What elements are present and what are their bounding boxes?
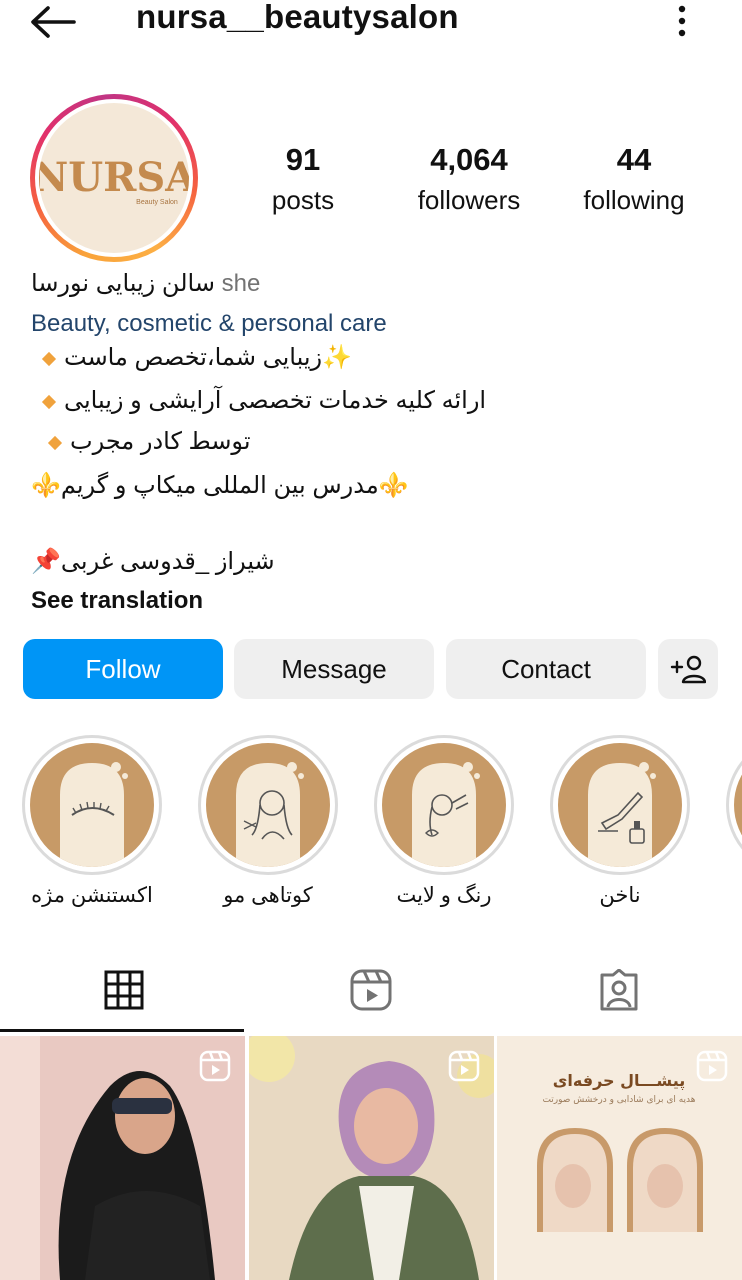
add-user-button[interactable]: [658, 639, 718, 699]
tab-tagged[interactable]: [495, 950, 742, 1030]
add-user-icon: [670, 655, 706, 684]
highlight-item[interactable]: کوتاهی مو: [198, 735, 338, 911]
haircut-icon: [236, 762, 304, 867]
more-vertical-icon[interactable]: [670, 2, 694, 38]
followers-label: followers: [417, 185, 521, 215]
bio-line-4: ⚜️مدرس بین المللی میکاپ و گریم⚜️: [31, 472, 409, 499]
nail-polish-icon: [588, 762, 656, 867]
avatar[interactable]: NURSA Beauty Salon: [39, 103, 189, 253]
bio-name-line: سالن زیبایی نورسا she: [31, 268, 260, 300]
message-button[interactable]: Message: [234, 639, 434, 699]
highlight-label: ناخن: [599, 884, 641, 907]
active-tab-indicator: [0, 1029, 244, 1032]
contact-button[interactable]: Contact: [446, 639, 646, 699]
highlight-item[interactable]: رنگ و لایت: [374, 735, 514, 911]
profile-tabs: [0, 950, 742, 1032]
posts-count: 91: [285, 142, 321, 177]
highlight-item-partial[interactable]: [726, 735, 742, 875]
reel-indicator-icon: [448, 1050, 480, 1082]
svg-text:Beauty Salon: Beauty Salon: [136, 199, 178, 206]
highlight-item[interactable]: اکستنشن مژه: [22, 735, 162, 911]
post-thumbnail[interactable]: [249, 1036, 494, 1280]
diamond-bullet-icon: [41, 394, 57, 409]
post-thumbnail[interactable]: پیشـــال حرفه‌ای هدیه ای برای شادابی و د…: [497, 1036, 742, 1280]
highlight-item[interactable]: ناخن: [550, 735, 690, 911]
arrow-left-icon[interactable]: [28, 4, 78, 40]
bio-line-3: توسط کادر مجرب: [40, 426, 251, 458]
story-ring[interactable]: NURSA Beauty Salon: [30, 94, 198, 262]
see-translation-link[interactable]: See translation: [31, 585, 203, 617]
following-stat[interactable]: 44 following: [559, 140, 709, 220]
posts-label: posts: [271, 185, 335, 215]
salon-logo: NURSA Beauty Salon: [39, 154, 189, 206]
bio-line-2: ارائه کلیه خدمات تخصصی آرایشی و زیبایی: [34, 385, 486, 417]
profile-category: Beauty, cosmetic & personal care: [31, 310, 387, 337]
post-thumbnail[interactable]: [0, 1036, 245, 1280]
top-bar: nursa__beautysalon: [0, 0, 742, 44]
reel-indicator-icon: [696, 1050, 728, 1082]
highlight-label: رنگ و لایت: [396, 884, 492, 907]
pronoun: she: [221, 270, 261, 297]
display-name: سالن زیبایی نورسا: [31, 270, 215, 297]
posts-stat[interactable]: 91 posts: [228, 140, 378, 220]
bio-line-1: ✨زیبایی شما،تخصص ماست: [34, 342, 352, 374]
followers-count: 4,064: [430, 142, 508, 177]
bio-location: شیراز _قدوسی غربی📌: [31, 548, 275, 575]
profile-username: nursa__beautysalon: [136, 0, 459, 35]
grid-icon: [104, 970, 143, 1010]
hair-color-icon: [412, 762, 480, 867]
highlight-label: اکستنشن مژه: [31, 884, 153, 907]
post-title: پیشـــال حرفه‌ای: [553, 1071, 686, 1091]
diamond-bullet-icon: [41, 351, 57, 366]
svg-text:NURSA: NURSA: [39, 154, 189, 201]
eyelash-icon: [60, 762, 128, 867]
tab-posts[interactable]: [0, 950, 247, 1030]
following-label: following: [583, 185, 685, 215]
diamond-bullet-icon: [47, 435, 63, 450]
posts-grid: پیشـــال حرفه‌ای هدیه ای برای شادابی و د…: [0, 1036, 742, 1280]
reel-indicator-icon: [199, 1050, 231, 1082]
tab-reels[interactable]: [247, 950, 494, 1030]
tagged-user-icon: [600, 969, 637, 1011]
post-subtitle: هدیه ای برای شادابی و درخشش صورتت: [542, 1095, 695, 1105]
highlight-label: کوتاهی مو: [223, 884, 313, 907]
followers-stat[interactable]: 4,064 followers: [394, 140, 544, 220]
follow-button[interactable]: Follow: [23, 639, 223, 699]
reels-icon: [350, 969, 391, 1011]
following-count: 44: [616, 142, 652, 177]
